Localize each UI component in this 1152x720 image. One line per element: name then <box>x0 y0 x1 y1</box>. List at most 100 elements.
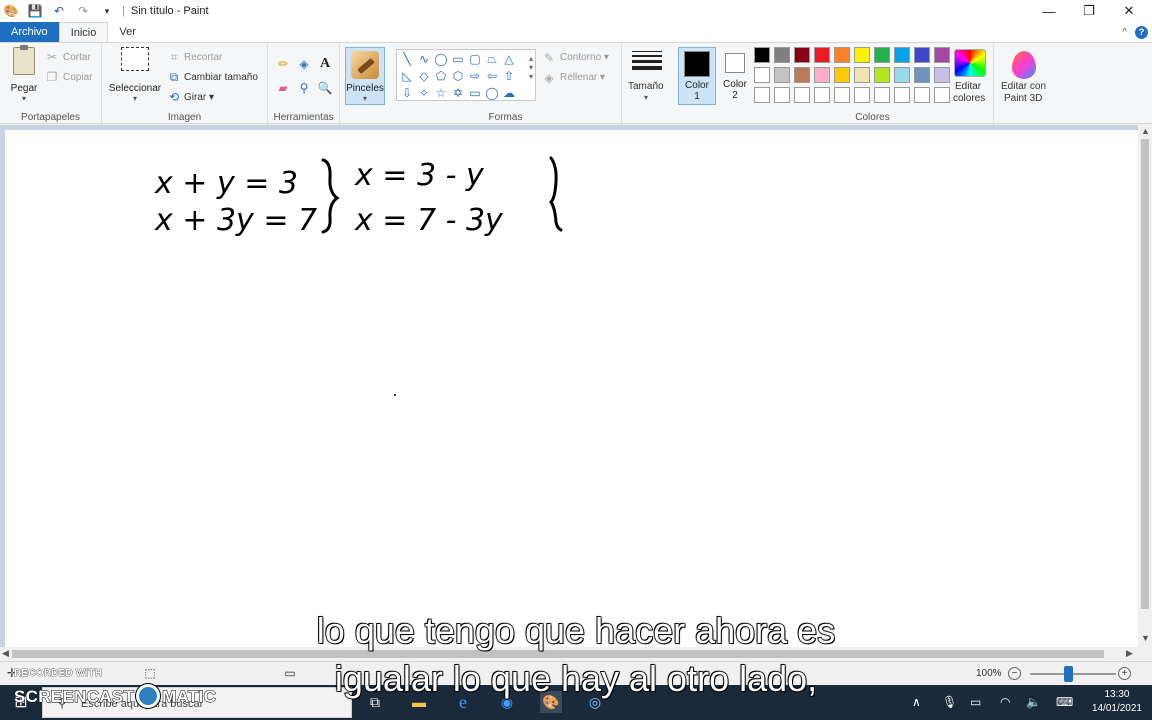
magnifier-icon[interactable]: 🔍 <box>316 79 334 97</box>
palette-swatch[interactable] <box>834 47 850 63</box>
color-picker-icon[interactable]: ⚲ <box>295 79 313 97</box>
collapse-ribbon-icon[interactable]: ^ <box>1122 27 1127 38</box>
group-herramientas: ✏ ◈ A ▰ ⚲ 🔍 Herramientas <box>268 43 340 125</box>
edit-colors-label-1[interactable]: Editar <box>955 81 981 92</box>
palette-swatch[interactable] <box>794 87 810 103</box>
palette-swatch[interactable] <box>874 87 890 103</box>
undo-icon[interactable]: ↶ <box>52 4 66 18</box>
palette-swatch[interactable] <box>814 67 830 83</box>
left-arrow-shape-icon[interactable]: ⇦ <box>484 68 500 84</box>
palette-swatch[interactable] <box>894 67 910 83</box>
four-point-star-shape-icon[interactable]: ✧ <box>416 85 432 101</box>
vertical-scroll-thumb[interactable] <box>1141 139 1149 609</box>
watermark-recorded-with: RECORDED WITH <box>14 668 103 680</box>
palette-swatch[interactable] <box>834 87 850 103</box>
palette-swatch[interactable] <box>934 87 950 103</box>
triangle-shape-icon[interactable]: △ <box>501 51 517 67</box>
palette-swatch[interactable] <box>914 67 930 83</box>
help-icon[interactable]: ? <box>1135 25 1148 39</box>
outline-button[interactable]: Contorno ▾ <box>560 52 609 63</box>
group-portapapeles: Pegar ▾ ✂ Cortar ❐ Copiar Portapapeles <box>0 43 102 125</box>
edit-paint3d-label-2[interactable]: Paint 3D <box>1004 93 1042 104</box>
drawing-canvas[interactable]: x + y = 3 x + 3y = 7 x = 3 - y x = 7 - 3… <box>5 130 1138 647</box>
palette-swatch[interactable] <box>854 67 870 83</box>
palette-swatch[interactable] <box>914 47 930 63</box>
five-point-star-shape-icon[interactable]: ☆ <box>433 85 449 101</box>
color1-button[interactable]: Color 1 <box>678 47 716 105</box>
palette-swatch[interactable] <box>774 47 790 63</box>
text-tool-icon[interactable]: A <box>316 55 334 73</box>
palette-swatch[interactable] <box>754 67 770 83</box>
crop-button[interactable]: Recortar <box>184 52 222 63</box>
brushes-button[interactable]: Pinceles ▾ <box>345 47 385 105</box>
close-button[interactable]: ✕ <box>1106 0 1152 22</box>
select-button[interactable]: Seleccionar ▾ <box>106 47 164 103</box>
paste-button[interactable]: Pegar ▾ <box>6 45 42 103</box>
palette-swatch[interactable] <box>754 87 770 103</box>
callout-cloud-shape-icon[interactable]: ☁ <box>501 85 517 101</box>
callout-oval-shape-icon[interactable]: ◯ <box>484 85 500 101</box>
fill-bucket-icon[interactable]: ◈ <box>295 55 313 73</box>
up-arrow-shape-icon[interactable]: ⇧ <box>501 68 517 84</box>
vertical-scrollbar[interactable]: ▲ ▼ <box>1138 125 1152 647</box>
line-size-icon[interactable] <box>632 51 662 77</box>
copy-button[interactable]: Copiar <box>63 72 92 83</box>
palette-swatch[interactable] <box>834 67 850 83</box>
diamond-shape-icon[interactable]: ◇ <box>416 68 432 84</box>
palette-swatch[interactable] <box>754 47 770 63</box>
pentagon-shape-icon[interactable]: ⬠ <box>433 68 449 84</box>
palette-swatch[interactable] <box>794 47 810 63</box>
resize-button[interactable]: Cambiar tamaño <box>184 72 258 83</box>
palette-swatch[interactable] <box>854 87 870 103</box>
callout-rect-shape-icon[interactable]: ▭ <box>467 85 483 101</box>
palette-swatch[interactable] <box>794 67 810 83</box>
six-point-star-shape-icon[interactable]: ✡ <box>450 85 466 101</box>
curve-shape-icon[interactable]: ∿ <box>416 51 432 67</box>
eraser-icon[interactable]: ▰ <box>274 79 292 97</box>
pencil-icon[interactable]: ✏ <box>274 55 292 73</box>
edit-paint3d-label-1[interactable]: Editar con <box>1001 81 1046 92</box>
cut-button[interactable]: Cortar <box>63 52 91 63</box>
right-arrow-shape-icon[interactable]: ⇨ <box>467 68 483 84</box>
palette-swatch[interactable] <box>814 47 830 63</box>
color2-button[interactable]: Color 2 <box>716 47 754 105</box>
brushes-label: Pinceles <box>346 83 384 94</box>
palette-swatch[interactable] <box>894 87 910 103</box>
shapes-scroll-icon[interactable]: ▴ ▾ ▾ <box>529 54 533 81</box>
rectangle-shape-icon[interactable]: ▭ <box>450 51 466 67</box>
palette-swatch[interactable] <box>874 67 890 83</box>
edit-colors-label-2[interactable]: colores <box>953 93 985 104</box>
rounded-rectangle-shape-icon[interactable]: ▢ <box>467 51 483 67</box>
palette-swatch[interactable] <box>854 47 870 63</box>
palette-swatch[interactable] <box>934 47 950 63</box>
oval-shape-icon[interactable]: ◯ <box>433 51 449 67</box>
scroll-up-icon[interactable]: ▲ <box>1141 126 1150 136</box>
size-button[interactable]: Tamaño <box>628 81 664 92</box>
paint3d-icon[interactable] <box>1012 51 1036 79</box>
group-label-colores: Colores <box>855 112 890 123</box>
palette-swatch[interactable] <box>894 47 910 63</box>
window-title: Sin título - Paint <box>130 5 209 17</box>
tab-archivo[interactable]: Archivo <box>0 22 59 42</box>
line-shape-icon[interactable]: ╲ <box>399 51 415 67</box>
down-arrow-shape-icon[interactable]: ⇩ <box>399 85 415 101</box>
hexagon-shape-icon[interactable]: ⬡ <box>450 68 466 84</box>
group-label-herramientas: Herramientas <box>273 112 334 123</box>
tab-ver[interactable]: Ver <box>108 22 147 42</box>
palette-swatch[interactable] <box>774 87 790 103</box>
rotate-button[interactable]: Girar ▾ <box>184 92 214 103</box>
palette-swatch[interactable] <box>874 47 890 63</box>
tab-inicio[interactable]: Inicio <box>58 22 109 42</box>
fill-button[interactable]: Rellenar ▾ <box>560 72 605 83</box>
edit-colors-icon[interactable] <box>954 49 986 77</box>
redo-icon[interactable]: ↷ <box>76 4 90 18</box>
palette-swatch[interactable] <box>934 67 950 83</box>
right-triangle-shape-icon[interactable]: ◺ <box>399 68 415 84</box>
palette-swatch[interactable] <box>774 67 790 83</box>
palette-swatch[interactable] <box>814 87 830 103</box>
customize-quick-access-icon[interactable]: ▾ <box>100 4 114 18</box>
group-formas: ╲ ∿ ◯ ▭ ▢ ⏢ △ ◺ ◇ ⬠ ⬡ ⇨ ⇦ ⇧ ⇩ ✧ ☆ ✡ ▭ ◯ … <box>390 43 622 125</box>
save-icon[interactable]: 💾 <box>28 4 43 18</box>
polygon-shape-icon[interactable]: ⏢ <box>484 51 500 67</box>
palette-swatch[interactable] <box>914 87 930 103</box>
